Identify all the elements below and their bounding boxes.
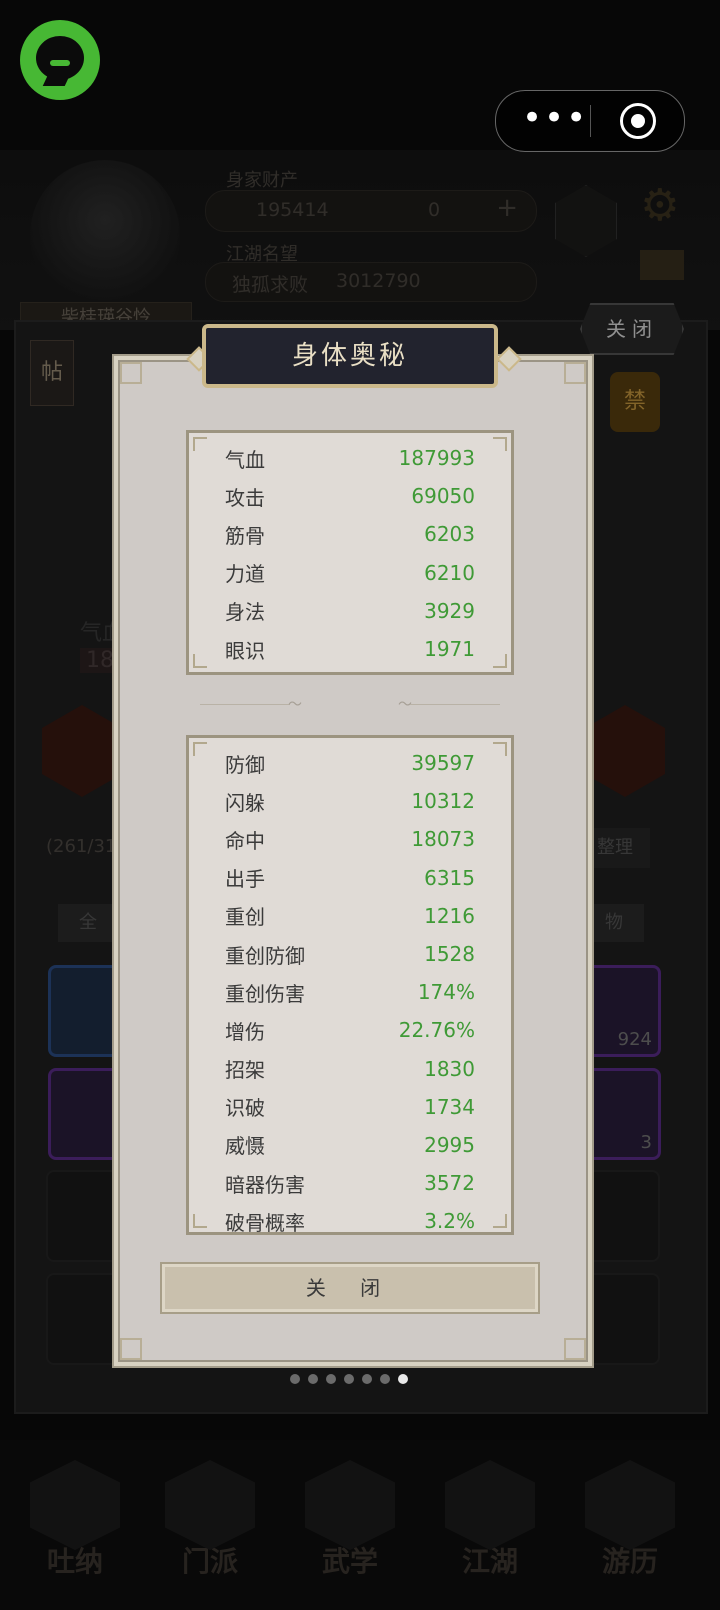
advanced-stats-list[interactable]: 防御 39597 闪躲 10312 命中 18073 出手 6315 重创 1216 重创防御 152…	[189, 744, 511, 1235]
advanced-stats-box[interactable]: 防御 39597 闪躲 10312 命中 18073 出手 6315 重创 1216 重创防御 152…	[186, 735, 514, 1235]
stat-row: 攻击 69050	[189, 477, 511, 515]
stat-row: 增伤 22.76%	[189, 1011, 511, 1049]
stat-row: 力道 6210	[189, 554, 511, 592]
stat-name: 筋骨	[225, 523, 265, 548]
page-dot	[380, 1374, 390, 1384]
stat-name: 增伤	[225, 1019, 265, 1044]
stat-row: 眼识 1971	[189, 630, 511, 668]
stat-name: 身法	[225, 600, 265, 625]
section-divider: 〜 〜	[200, 697, 500, 713]
stat-value: 69050	[411, 484, 475, 509]
stat-name: 防御	[225, 752, 265, 777]
stat-value: 3929	[424, 598, 475, 623]
stat-name: 眼识	[225, 638, 265, 663]
modal-title: 身体奥秘	[202, 324, 498, 388]
stat-value: 10312	[411, 789, 475, 814]
stat-row: 重创 1216	[189, 897, 511, 935]
stat-name: 暗器伤害	[225, 1172, 305, 1197]
basic-stats-list: 气血 187993 攻击 69050 筋骨 6203 力道 6210 身法 3929 眼识 1971	[189, 439, 511, 668]
page-dot	[398, 1374, 408, 1384]
stat-row: 重创防御 1528	[189, 935, 511, 973]
page-dot	[308, 1374, 318, 1384]
stat-name: 破骨概率	[225, 1210, 305, 1235]
stat-value: 3572	[424, 1171, 475, 1196]
stat-value: 174%	[417, 980, 475, 1005]
stat-row: 重创伤害 174%	[189, 973, 511, 1011]
stat-row: 识破 1734	[189, 1088, 511, 1126]
stat-row: 闪躲 10312	[189, 782, 511, 820]
stat-name: 重创伤害	[225, 981, 305, 1006]
stat-row: 防御 39597	[189, 744, 511, 782]
stat-value: 3.2%	[424, 1209, 475, 1234]
close-button[interactable]: 关 闭	[160, 1262, 540, 1314]
stat-value: 187993	[398, 446, 475, 471]
stat-name: 力道	[225, 562, 265, 587]
stat-row: 招架 1830	[189, 1050, 511, 1088]
stat-name: 出手	[225, 867, 265, 892]
page-dot	[326, 1374, 336, 1384]
stat-value: 1830	[424, 1056, 475, 1081]
stat-row: 命中 18073	[189, 820, 511, 858]
more-menu-button[interactable]: •••	[522, 91, 586, 151]
stat-name: 气血	[225, 447, 265, 472]
page-dot	[344, 1374, 354, 1384]
miniprogram-capsule: •••	[495, 90, 685, 152]
stat-name: 识破	[225, 1096, 265, 1121]
stat-value: 6203	[424, 522, 475, 547]
stat-value: 1528	[424, 942, 475, 967]
stat-row: 气血 187993	[189, 439, 511, 477]
page-dot	[290, 1374, 300, 1384]
stat-value: 1216	[424, 903, 475, 928]
stat-value: 1971	[424, 637, 475, 662]
stat-value: 1734	[424, 1094, 475, 1119]
stat-value: 6315	[424, 865, 475, 890]
stat-row: 威慑 2995	[189, 1126, 511, 1164]
stat-row: 出手 6315	[189, 859, 511, 897]
stat-row: 身法 3929	[189, 592, 511, 630]
stat-row: 筋骨 6203	[189, 515, 511, 553]
stat-name: 重创	[225, 905, 265, 930]
stat-name: 重创防御	[225, 943, 305, 968]
stat-name: 命中	[225, 828, 265, 853]
stat-value: 2995	[424, 1132, 475, 1157]
stat-row: 破骨概率 3.2%	[189, 1202, 511, 1235]
exit-target-icon[interactable]	[620, 103, 656, 139]
basic-stats-box: 气血 187993 攻击 69050 筋骨 6203 力道 6210 身法 3929 眼识 1971	[186, 430, 514, 675]
stat-value: 22.76%	[398, 1018, 475, 1043]
chat-logo-icon	[20, 20, 100, 100]
page-indicator	[290, 1374, 408, 1384]
stat-row: 暗器伤害 3572	[189, 1164, 511, 1202]
stat-name: 闪躲	[225, 790, 265, 815]
stat-value: 18073	[411, 827, 475, 852]
stat-name: 威慑	[225, 1134, 265, 1159]
stat-name: 攻击	[225, 485, 265, 510]
stat-value: 6210	[424, 560, 475, 585]
stat-name: 招架	[225, 1058, 265, 1083]
stat-value: 39597	[411, 751, 475, 776]
page-dot	[362, 1374, 372, 1384]
